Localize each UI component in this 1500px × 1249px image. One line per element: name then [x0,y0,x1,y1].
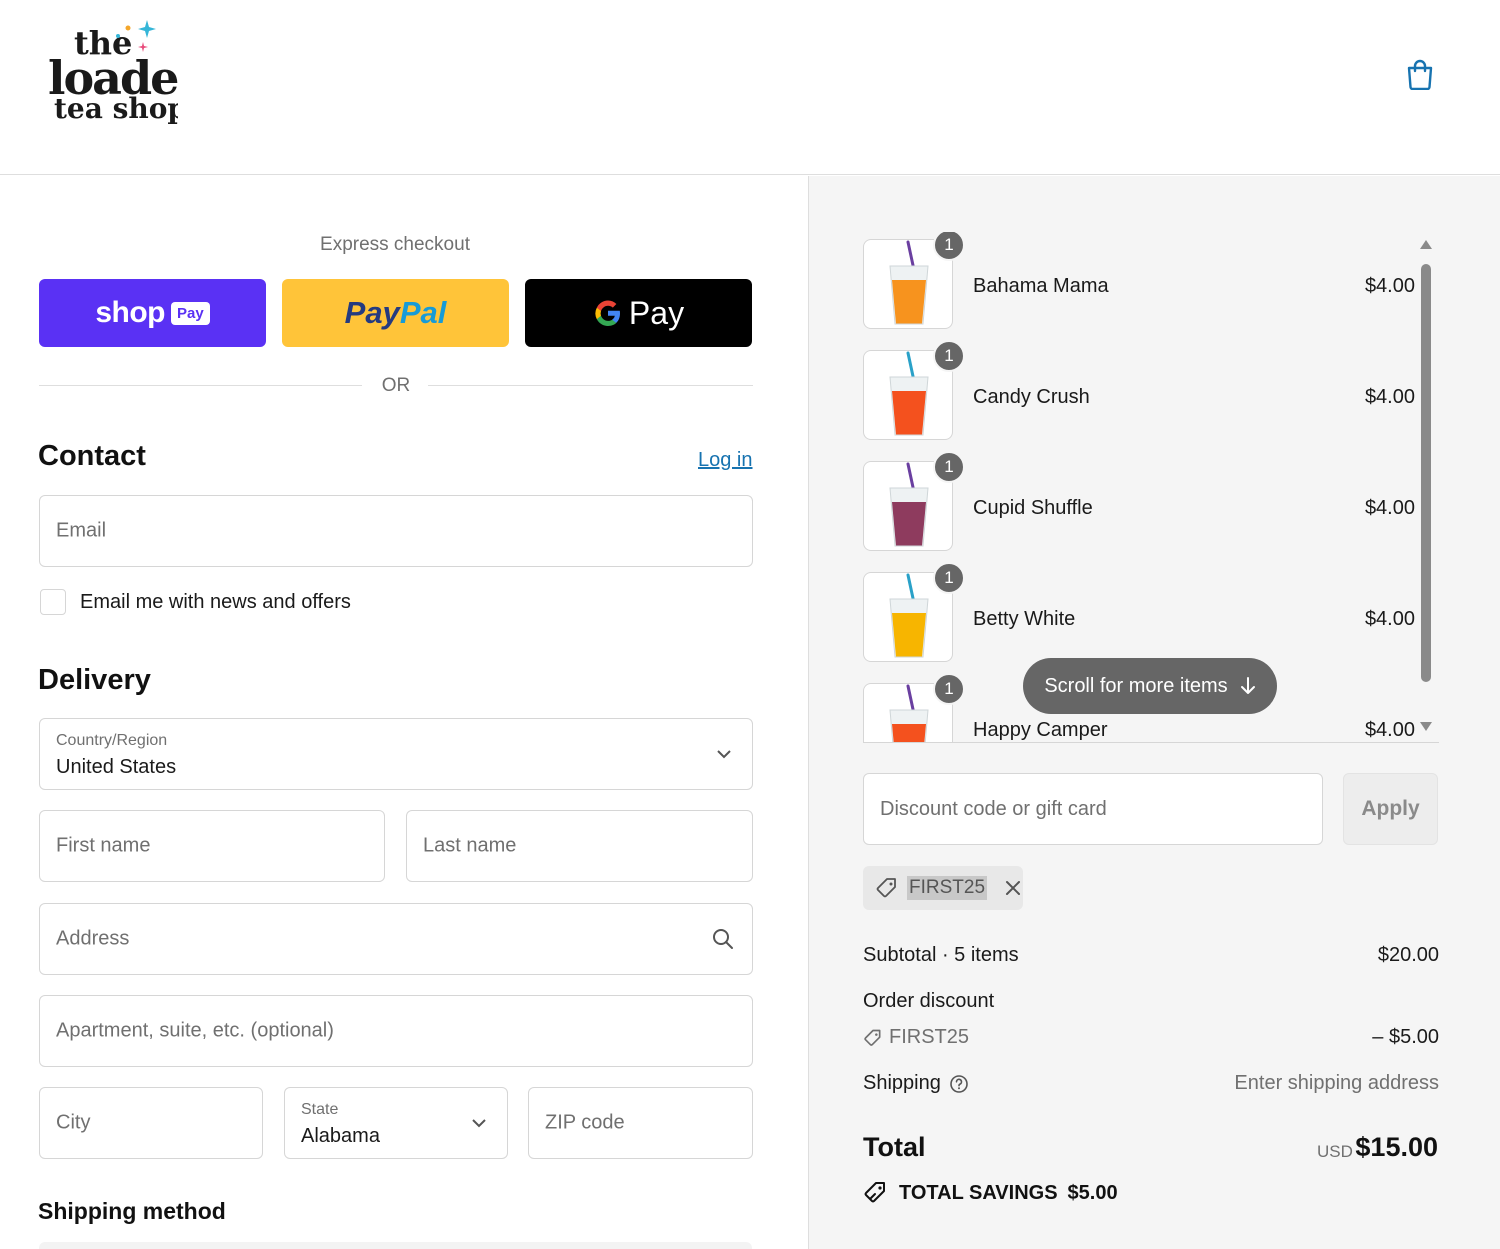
quantity-badge: 1 [933,673,965,705]
item-price: $4.00 [1364,275,1415,297]
shipping-method-heading: Shipping method [38,1198,226,1224]
quantity-badge: 1 [933,451,965,483]
newsletter-label: Email me with news and offers [80,591,351,613]
address-field[interactable]: Address [39,903,753,975]
order-discount-row: Order discount [863,990,995,1012]
subtotal-row: Subtotal · 5 items $20.00 [863,944,1439,966]
cart-item: 1 Candy Crush $4.00 [863,340,1419,443]
item-name: Happy Camper [973,719,1108,741]
total-label: Total [863,1132,926,1162]
paypal-wordmark: PayPal [344,295,447,330]
zip-field[interactable]: ZIP code [528,1087,753,1159]
google-pay-button[interactable]: Pay [525,279,752,347]
quantity-badge: 1 [933,340,965,372]
brand-logo[interactable]: the loaded tea shop [48,18,178,130]
subtotal-value: $20.00 [1377,944,1439,966]
item-price: $4.00 [1364,608,1415,630]
order-summary: 1 Bahama Mama $4.00 1 Candy Crush $4.00 1 Cupid… [808,176,1500,1249]
city-field[interactable]: City [39,1087,263,1159]
cart-item: 1 Cupid Shuffle $4.00 [863,451,1419,554]
cart-item: 1 Bahama Mama $4.00 [863,232,1419,332]
arrow-down-icon [1240,677,1255,694]
cart-item: 1 Betty White $4.00 [863,562,1419,665]
total-savings: TOTAL SAVINGS $5.00 [863,1180,1118,1206]
currency-code: USD [1317,1142,1353,1161]
item-price: $4.00 [1364,386,1415,408]
total-value: $15.00 [1355,1132,1438,1162]
savings-tag-icon [864,1182,885,1203]
contact-heading: Contact [38,440,146,472]
google-g-icon [595,300,620,327]
search-icon [713,929,733,949]
checkout-form: Express checkout shop Pay PayPal Pay OR … [0,176,808,1249]
item-name: Bahama Mama [973,275,1109,297]
help-circle-icon[interactable] [949,1074,969,1094]
apartment-field[interactable]: Apartment, suite, etc. (optional) [39,995,753,1067]
google-pay-wordmark: Pay [593,295,684,332]
last-name-field[interactable]: Last name [406,810,753,882]
item-price: $4.00 [1364,719,1415,741]
remove-discount-button[interactable] [1005,880,1021,896]
shopping-bag-icon [1407,59,1433,90]
tag-icon [864,1029,881,1046]
shipping-row: Shipping Enter shipping address [863,1072,1439,1094]
divider-left [39,385,362,386]
country-select[interactable]: Country/Region United States [39,718,753,790]
applied-discount-tag: FIRST25 [863,866,1023,910]
scrollbar-thumb[interactable] [1421,264,1431,682]
delivery-heading: Delivery [38,664,151,696]
item-name: Betty White [973,608,1076,630]
close-icon [1006,881,1021,895]
shop-pay-pill: Pay [170,301,210,325]
header: the loaded tea shop [0,0,1500,175]
item-name: Candy Crush [973,386,1090,408]
chevron-down-icon [472,1119,486,1128]
tag-icon [876,878,896,898]
state-select[interactable]: State Alabama [284,1087,508,1159]
item-name: Cupid Shuffle [973,497,1093,519]
chevron-down-icon [717,750,731,759]
quantity-badge: 1 [933,562,965,594]
scroll-more-button[interactable]: Scroll for more items [1023,658,1277,714]
discount-value: – $5.00 [1372,1026,1439,1048]
discount-code-row: FIRST25 – $5.00 [863,1026,1439,1049]
email-field[interactable]: Email [39,495,753,567]
item-price: $4.00 [1364,497,1415,519]
login-link[interactable]: Log in [698,449,753,472]
first-name-field[interactable]: First name [39,810,385,882]
svg-text:tea shop: tea shop [54,92,178,125]
shop-pay-button[interactable]: shop Pay [39,279,266,347]
shipping-method-box [39,1242,752,1249]
discount-code-input[interactable]: Discount code or gift card [863,773,1323,845]
quantity-badge: 1 [933,232,965,261]
scroll-up-arrow[interactable] [1420,240,1432,249]
or-divider-text: OR [381,375,411,396]
shipping-value: Enter shipping address [1234,1072,1439,1094]
apply-discount-button[interactable]: Apply [1343,773,1438,845]
cart-button[interactable] [1400,54,1440,94]
shop-pay-wordmark: shop [95,296,165,329]
express-checkout-title: Express checkout [320,234,470,255]
paypal-button[interactable]: PayPal [282,279,509,347]
divider-right [428,385,753,386]
newsletter-checkbox[interactable] [40,589,66,615]
applied-discount-code: FIRST25 [907,876,988,900]
scroll-down-arrow[interactable] [1420,722,1432,731]
